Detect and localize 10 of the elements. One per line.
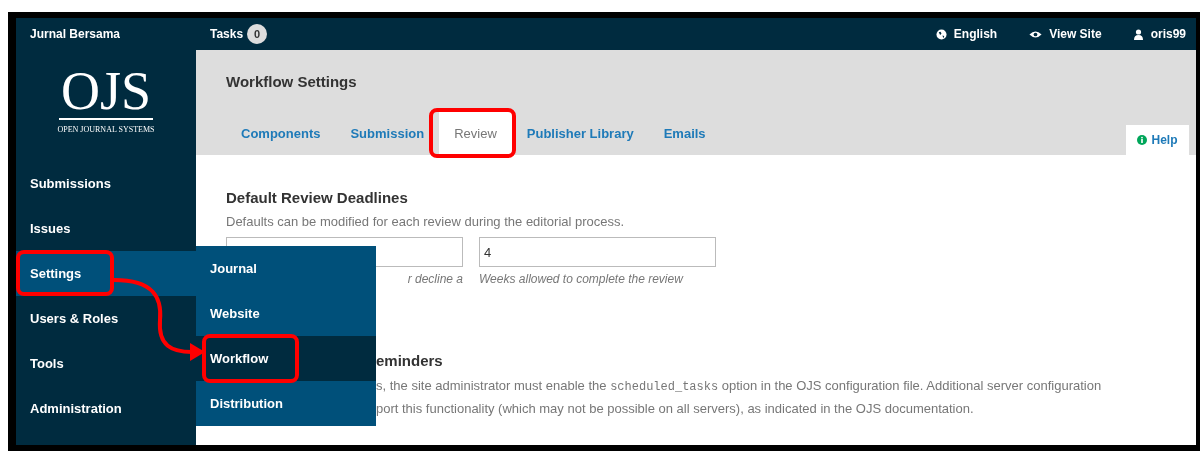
field-helper-text: Weeks allowed to complete the review <box>479 271 685 288</box>
section-heading: Default Review Deadlines <box>226 188 409 208</box>
field-helper-text: r decline a <box>407 271 463 288</box>
tasks-count: 0 <box>247 24 268 44</box>
logo-subtitle: OPEN JOURNAL SYSTEMS <box>57 124 155 136</box>
section-heading: eminders <box>376 351 444 371</box>
page-title: Workflow Settings <box>226 72 358 92</box>
logo-title: OJS <box>58 64 153 120</box>
section-paragraph: s, the site administrator must enable the scheduled_tasks option in the OJS configuration file. Additional server configuration port this functionality (which may not be possible on all servers), as indicated in the OJS documentation. <box>376 376 1103 418</box>
section-description: Defaults can be modified for each review during the editorial process. <box>226 212 626 231</box>
